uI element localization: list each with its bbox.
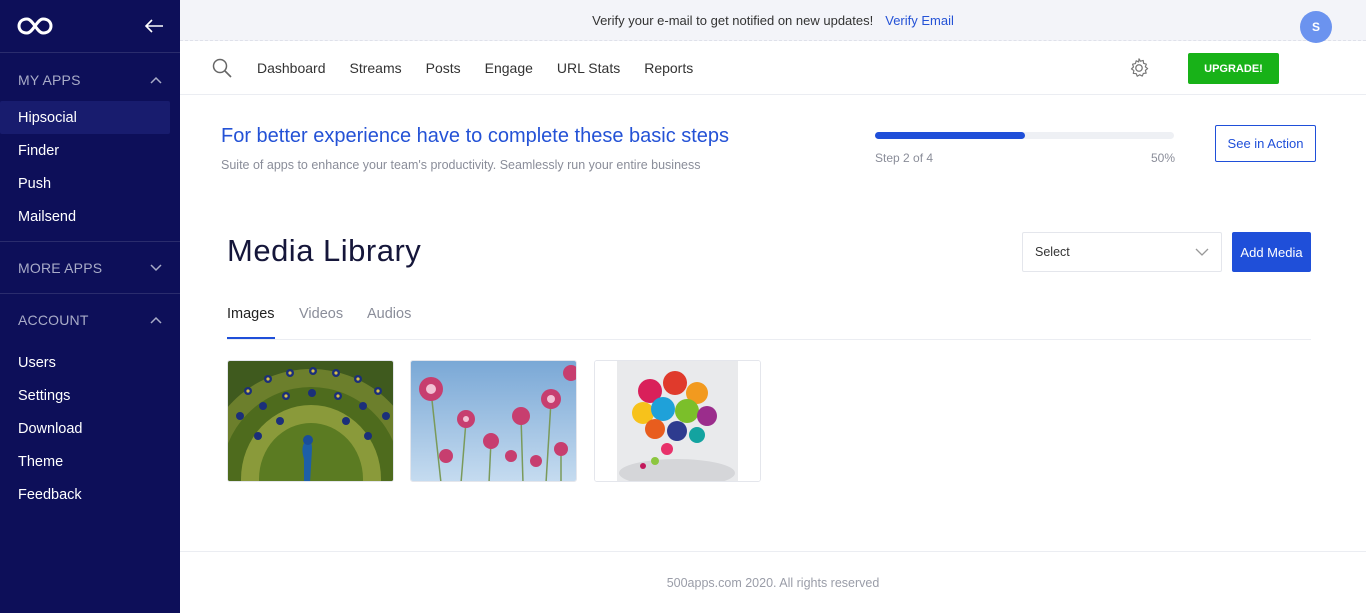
main-content: Verify your e-mail to get notified on ne… [180, 0, 1366, 613]
verify-email-link[interactable]: Verify Email [885, 13, 954, 28]
nav-dashboard[interactable]: Dashboard [257, 60, 326, 76]
step-counter: Step 2 of 4 [875, 151, 934, 165]
top-navigation: Dashboard Streams Posts Engage URL Stats… [180, 41, 1366, 95]
page-title: Media Library [227, 233, 422, 268]
sidebar-item-push[interactable]: Push [0, 167, 170, 200]
peacock-image[interactable] [227, 360, 394, 482]
more-apps-title: MORE APPS [18, 259, 103, 276]
social-icons-image[interactable] [594, 360, 761, 482]
active-tab-indicator [227, 337, 275, 339]
sidebar-item-hipsocial[interactable]: Hipsocial [0, 101, 170, 134]
chevron-up-icon[interactable] [150, 76, 162, 84]
verify-text: Verify your e-mail to get notified on ne… [592, 12, 874, 28]
sidebar-item-mailsend[interactable]: Mailsend [0, 200, 170, 233]
sidebar-item-theme[interactable]: Theme [0, 445, 170, 478]
progress-bar [875, 132, 1174, 139]
verify-email-banner: Verify your e-mail to get notified on ne… [180, 0, 1366, 41]
my-apps-section: MY APPS Hipsocial Finder Push Mailsend [0, 59, 180, 242]
nav-streams[interactable]: Streams [350, 60, 402, 76]
nav-url-stats[interactable]: URL Stats [557, 60, 620, 76]
nav-links: Dashboard Streams Posts Engage URL Stats… [257, 41, 717, 95]
add-media-button[interactable]: Add Media [1232, 232, 1311, 272]
sidebar-header [0, 0, 180, 53]
account-header[interactable]: ACCOUNT [0, 294, 180, 346]
infinity-logo-icon[interactable] [17, 15, 53, 37]
chevron-up-icon[interactable] [150, 316, 162, 324]
account-section: ACCOUNT Users Settings Download Theme Fe… [0, 294, 180, 519]
my-apps-title: MY APPS [18, 72, 81, 88]
upgrade-button[interactable]: UPGRADE! [1188, 53, 1279, 84]
tab-audios[interactable]: Audios [367, 306, 411, 322]
search-icon[interactable] [212, 58, 232, 78]
nav-posts[interactable]: Posts [426, 60, 461, 76]
steps-title: For better experience have to complete t… [221, 125, 730, 147]
onboarding-steps: For better experience have to complete t… [180, 95, 1366, 195]
my-apps-header[interactable]: MY APPS [0, 59, 180, 101]
see-in-action-button[interactable]: See in Action [1215, 125, 1316, 162]
sidebar-item-feedback[interactable]: Feedback [0, 478, 170, 511]
progress-bar-fill [875, 132, 1025, 139]
sidebar-item-settings[interactable]: Settings [0, 379, 170, 412]
chevron-down-icon [1195, 248, 1209, 256]
more-apps-header[interactable]: MORE APPS [0, 242, 180, 293]
footer: 500apps.com 2020. All rights reserved [180, 551, 1366, 613]
nav-reports[interactable]: Reports [644, 60, 693, 76]
avatar[interactable]: S [1300, 11, 1332, 43]
arrow-left-icon[interactable] [144, 18, 164, 34]
more-apps-section: MORE APPS [0, 242, 180, 294]
sidebar: MY APPS Hipsocial Finder Push Mailsend M… [0, 0, 180, 613]
account-title: ACCOUNT [18, 312, 89, 328]
tab-images[interactable]: Images [227, 306, 275, 322]
gear-icon[interactable] [1128, 57, 1150, 79]
nav-engage[interactable]: Engage [485, 60, 533, 76]
sidebar-item-finder[interactable]: Finder [0, 134, 170, 167]
step-percent: 50% [1151, 151, 1176, 165]
pink-flowers-image[interactable] [410, 360, 577, 482]
chevron-down-icon[interactable] [150, 263, 162, 272]
media-filter-select[interactable]: Select [1022, 232, 1222, 272]
steps-subtitle: Suite of apps to enhance your team's pro… [221, 158, 701, 172]
footer-copyright: 500apps.com 2020. All rights reserved [666, 575, 880, 590]
media-tabs: Images Videos Audios [227, 300, 1311, 340]
sidebar-item-download[interactable]: Download [0, 412, 170, 445]
tab-videos[interactable]: Videos [299, 306, 343, 322]
sidebar-item-users[interactable]: Users [0, 346, 170, 379]
select-value: Select [1035, 245, 1070, 259]
